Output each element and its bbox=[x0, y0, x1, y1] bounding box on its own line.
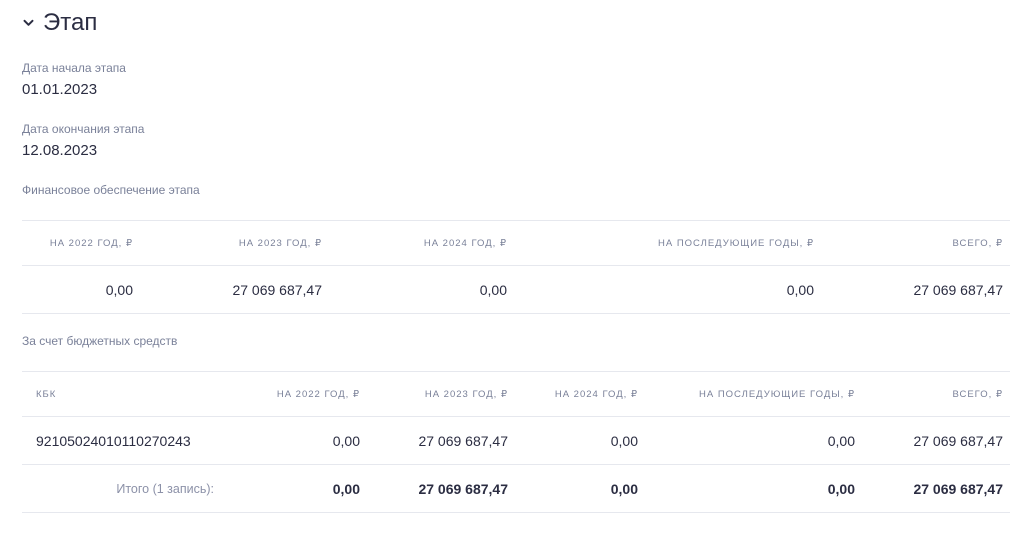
total-cell: 0,00 bbox=[222, 464, 367, 513]
table-header-row: НА 2022 ГОД, ₽ НА 2023 ГОД, ₽ НА 2024 ГО… bbox=[22, 220, 1010, 266]
table-row: 0,00 27 069 687,47 0,00 0,00 27 069 687,… bbox=[22, 265, 1010, 314]
column-header: НА 2023 ГОД, ₽ bbox=[367, 371, 515, 417]
table-cell: 27 069 687,47 bbox=[367, 416, 515, 465]
table-cell: 27 069 687,47 bbox=[140, 265, 329, 314]
column-header: НА 2024 ГОД, ₽ bbox=[515, 371, 645, 417]
total-label: Итого (1 запись): bbox=[22, 464, 222, 513]
column-header: ВСЕГО, ₽ bbox=[821, 220, 1010, 266]
column-header: НА 2022 ГОД, ₽ bbox=[22, 220, 140, 266]
total-row: Итого (1 запись): 0,00 27 069 687,47 0,0… bbox=[22, 464, 1010, 513]
chevron-down-icon bbox=[22, 17, 34, 29]
table-cell: 0,00 bbox=[22, 265, 140, 314]
column-header: КБК bbox=[22, 371, 222, 417]
total-cell: 27 069 687,47 bbox=[862, 464, 1010, 513]
table-header-row: КБК НА 2022 ГОД, ₽ НА 2023 ГОД, ₽ НА 202… bbox=[22, 371, 1010, 417]
section-toggle[interactable]: Этап bbox=[22, 8, 97, 38]
start-date-label: Дата начала этапа bbox=[22, 61, 126, 75]
table-cell: 27 069 687,47 bbox=[821, 265, 1010, 314]
section-title: Этап bbox=[43, 9, 98, 36]
column-header: НА 2024 ГОД, ₽ bbox=[329, 220, 514, 266]
total-cell: 0,00 bbox=[515, 464, 645, 513]
column-header: НА ПОСЛЕДУЮЩИЕ ГОДЫ, ₽ bbox=[514, 220, 821, 266]
column-header: НА ПОСЛЕДУЮЩИЕ ГОДЫ, ₽ bbox=[645, 371, 862, 417]
budget-label: За счет бюджетных средств bbox=[22, 334, 178, 348]
end-date-value: 12.08.2023 bbox=[22, 142, 98, 159]
start-date-value: 01.01.2023 bbox=[22, 81, 98, 98]
column-header: ВСЕГО, ₽ bbox=[862, 371, 1010, 417]
table-cell: 0,00 bbox=[329, 265, 514, 314]
finance-label: Финансовое обеспечение этапа bbox=[22, 183, 200, 197]
kbk-cell: 92105024010110270243 bbox=[22, 416, 222, 465]
table-cell: 0,00 bbox=[514, 265, 821, 314]
table-row: 92105024010110270243 0,00 27 069 687,47 … bbox=[22, 416, 1010, 465]
column-header: НА 2023 ГОД, ₽ bbox=[140, 220, 329, 266]
budget-table: КБК НА 2022 ГОД, ₽ НА 2023 ГОД, ₽ НА 202… bbox=[22, 371, 1010, 513]
finance-table: НА 2022 ГОД, ₽ НА 2023 ГОД, ₽ НА 2024 ГО… bbox=[22, 220, 1010, 314]
total-cell: 27 069 687,47 bbox=[367, 464, 515, 513]
table-cell: 0,00 bbox=[222, 416, 367, 465]
total-cell: 0,00 bbox=[645, 464, 862, 513]
end-date-label: Дата окончания этапа bbox=[22, 122, 145, 136]
table-cell: 0,00 bbox=[645, 416, 862, 465]
table-cell: 0,00 bbox=[515, 416, 645, 465]
table-cell: 27 069 687,47 bbox=[862, 416, 1010, 465]
column-header: НА 2022 ГОД, ₽ bbox=[222, 371, 367, 417]
